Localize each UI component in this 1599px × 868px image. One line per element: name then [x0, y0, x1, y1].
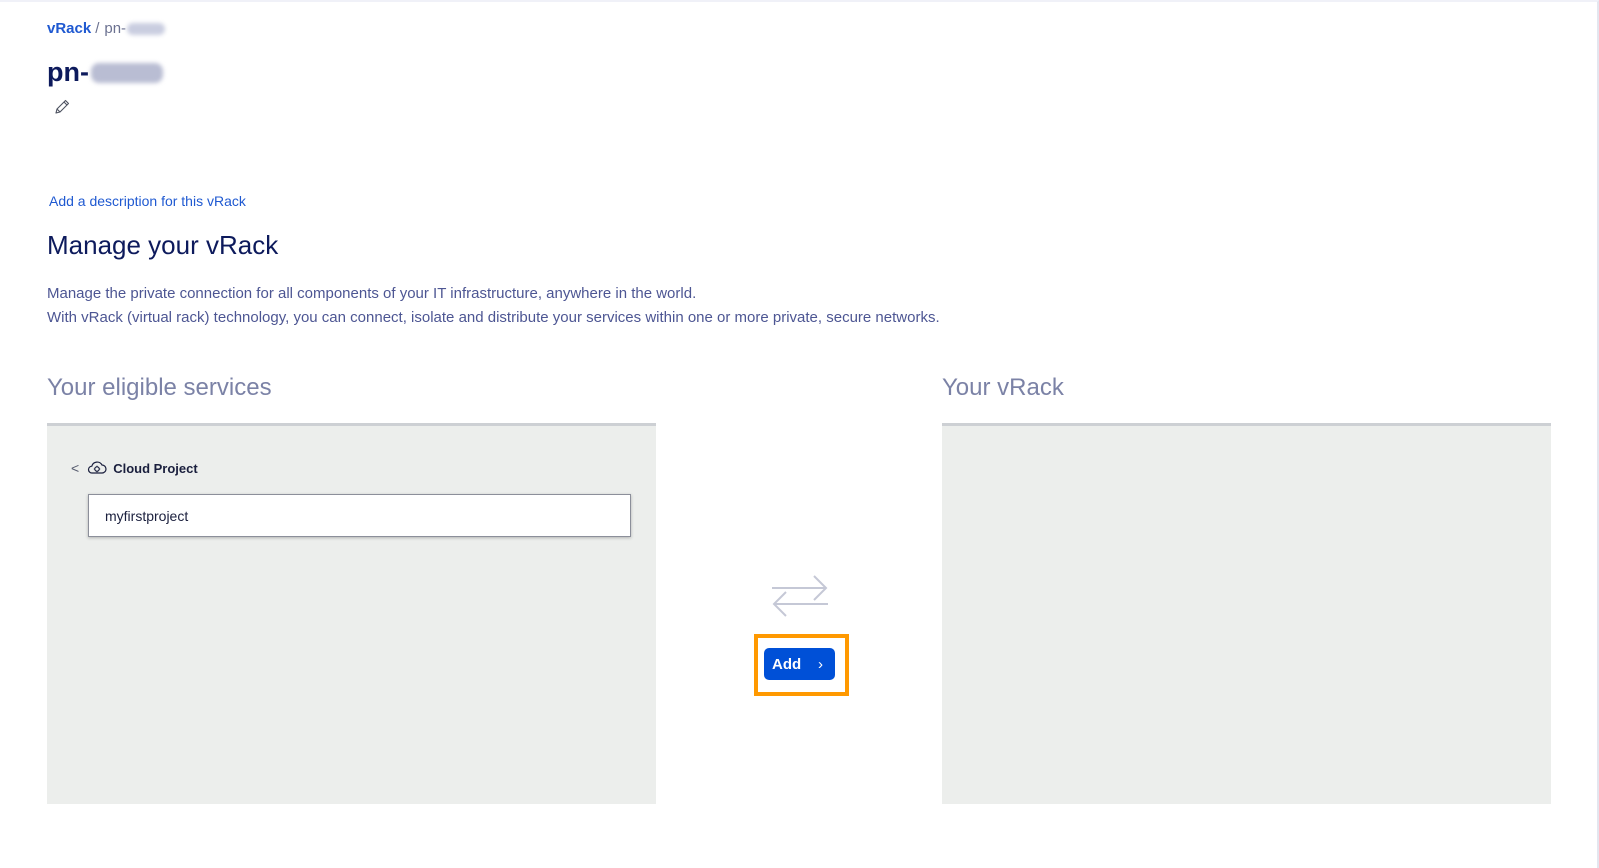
pencil-icon[interactable]: [53, 98, 71, 116]
redacted-title-id: [90, 62, 163, 83]
intro-line-1: Manage the private connection for all co…: [47, 285, 697, 302]
page-title-text: pn-: [47, 57, 89, 87]
breadcrumb: vRack / pn-: [47, 20, 166, 37]
chevron-right-icon: ›: [818, 655, 823, 673]
back-chevron-icon[interactable]: <: [71, 460, 79, 476]
breadcrumb-separator: /: [95, 20, 100, 37]
add-button[interactable]: Add ›: [764, 648, 835, 680]
breadcrumb-vrack-link[interactable]: vRack: [47, 20, 91, 37]
vrack-page: vRack / pn- pn- Add a description for th…: [0, 0, 1599, 868]
page-title: pn-: [47, 57, 163, 88]
cloud-project-label: Cloud Project: [113, 460, 198, 476]
cloud-project-icon: [88, 461, 107, 474]
swap-arrows-icon: [772, 575, 828, 617]
redacted-id: [127, 22, 166, 35]
service-item-label: myfirstproject: [105, 507, 189, 524]
intro-text: Manage the private connection for all co…: [47, 282, 940, 330]
breadcrumb-current: pn-: [104, 20, 127, 37]
cloud-project-group: < Cloud Project: [71, 459, 198, 477]
manage-title: Manage your vRack: [47, 230, 279, 260]
add-button-label: Add: [772, 655, 802, 673]
your-vrack-panel: [942, 423, 1551, 804]
intro-line-2: With vRack (virtual rack) technology, yo…: [47, 309, 940, 326]
eligible-services-title: Your eligible services: [47, 374, 272, 401]
eligible-services-panel: < Cloud Project myfirstproject: [47, 423, 656, 804]
your-vrack-title: Your vRack: [942, 374, 1064, 401]
service-item-myfirstproject[interactable]: myfirstproject: [88, 494, 631, 537]
add-description-link[interactable]: Add a description for this vRack: [49, 193, 246, 209]
